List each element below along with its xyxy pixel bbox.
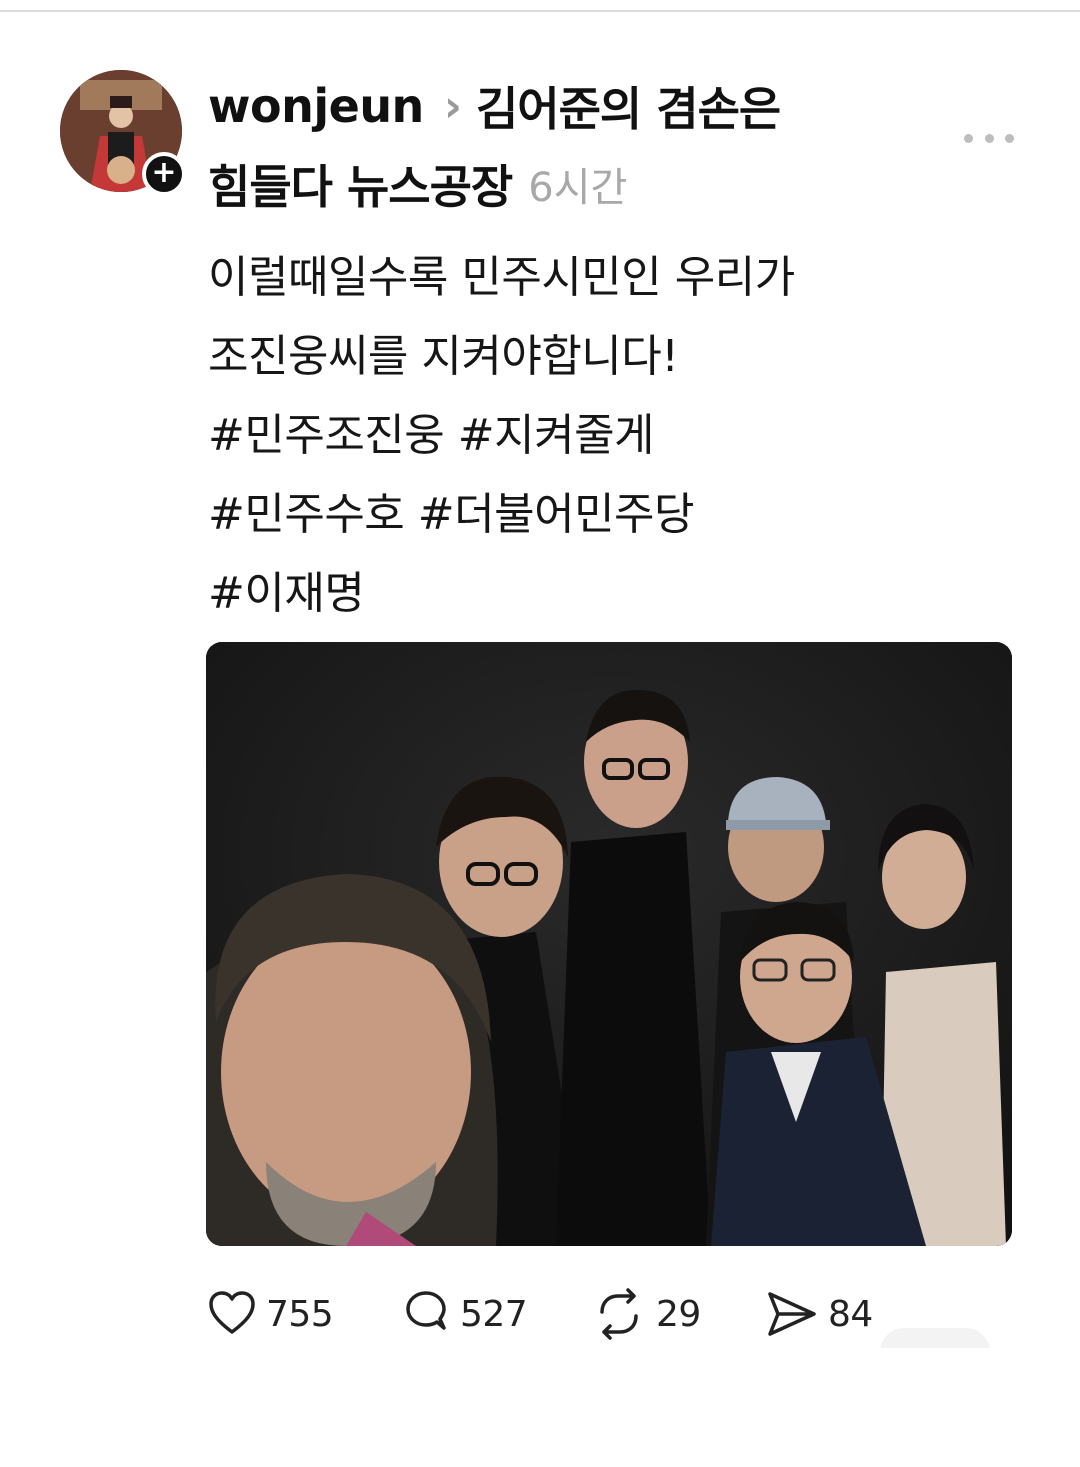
- comment-button[interactable]: 527: [400, 1286, 528, 1342]
- post-text-line: 이럴때일수록 민주시민인 우리가: [208, 252, 795, 303]
- comment-bubble-icon: [406, 1291, 446, 1330]
- post-header: wonjeun › 김어준의 겸손은: [208, 73, 781, 139]
- like-count: 755: [266, 1293, 334, 1335]
- heart-icon: [209, 1291, 255, 1334]
- blank-area: [0, 1348, 1080, 1467]
- repost-button[interactable]: 29: [590, 1286, 701, 1342]
- repost-count: 29: [656, 1293, 701, 1335]
- post-header-line2: 힘들다 뉴스공장 6시간: [208, 154, 627, 214]
- post-time: 6시간: [528, 165, 628, 211]
- send-icon: [768, 1292, 816, 1336]
- post-photo[interactable]: [206, 642, 1012, 1246]
- top-divider: [0, 10, 1080, 12]
- action-bar: 755 527 29 84: [206, 1286, 966, 1342]
- follow-plus-icon[interactable]: +: [142, 152, 186, 196]
- comment-count: 527: [460, 1293, 528, 1335]
- post-body: 이럴때일수록 민주시민인 우리가 조진웅씨를 지켜야합니다! #민주조진웅 #지…: [208, 238, 1028, 633]
- repost-icon: [600, 1288, 638, 1340]
- like-button[interactable]: 755: [206, 1286, 334, 1342]
- post-hashtags[interactable]: #이재명: [208, 554, 1028, 633]
- thread-title-continued[interactable]: 힘들다 뉴스공장: [208, 151, 513, 217]
- chevron-right-icon: ›: [443, 80, 462, 132]
- username[interactable]: wonjeun: [208, 79, 424, 133]
- post-hashtags[interactable]: #민주수호 #더불어민주당: [208, 475, 1028, 554]
- post-hashtags[interactable]: #민주조진웅 #지켜줄게: [208, 396, 1028, 475]
- thread-title[interactable]: 김어준의 겸손은: [476, 73, 781, 139]
- share-button[interactable]: 84: [764, 1286, 873, 1342]
- post-text-line: 조진웅씨를 지켜야합니다!: [208, 331, 679, 382]
- share-count: 84: [828, 1293, 873, 1335]
- more-horizontal-icon[interactable]: [964, 128, 1014, 148]
